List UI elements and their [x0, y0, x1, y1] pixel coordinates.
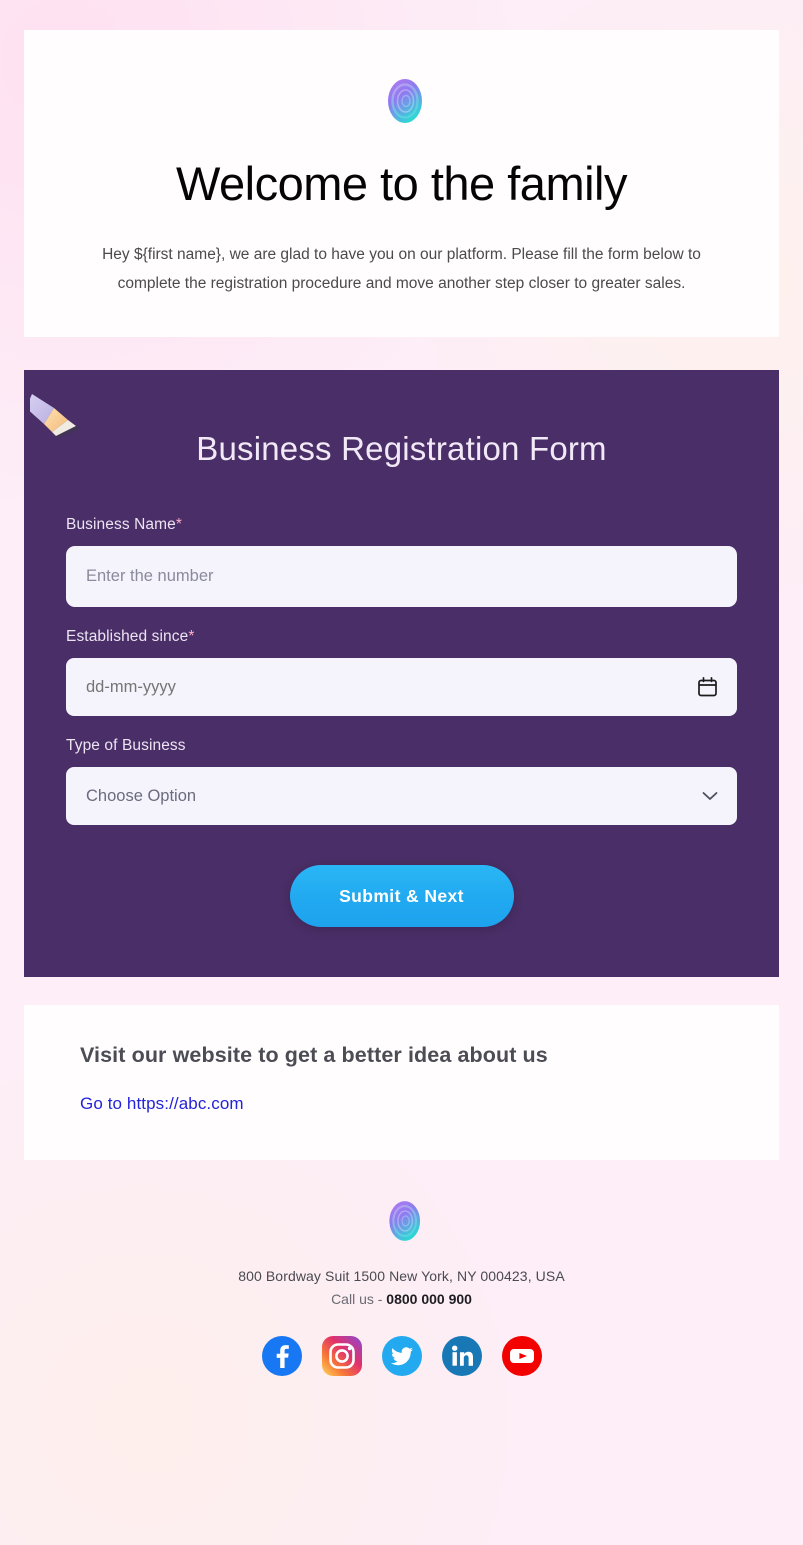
footer-logo [0, 1190, 803, 1252]
business-name-input[interactable] [66, 546, 737, 608]
established-since-label: Established since* [66, 628, 737, 646]
header-logo [60, 70, 743, 132]
business-name-label: Business Name* [66, 516, 737, 534]
twitter-icon[interactable] [381, 1335, 423, 1377]
page-title: Welcome to the family [176, 157, 627, 210]
established-since-control [66, 658, 737, 717]
spiral-logo-icon [384, 79, 422, 123]
youtube-icon[interactable] [501, 1335, 543, 1377]
spiral-logo-icon [386, 1201, 420, 1242]
footer-phone-number: 0800 000 900 [386, 1291, 472, 1308]
facebook-icon[interactable] [261, 1335, 303, 1377]
social-links [0, 1335, 803, 1377]
footer-address: 800 Bordway Suit 1500 New York, NY 00042… [238, 1268, 565, 1285]
footer-call-prefix: Call us - [331, 1291, 387, 1308]
established-since-required-mark: * [188, 628, 195, 646]
website-card: Visit our website to get a better idea a… [24, 1005, 779, 1161]
hero-description: Hey ${first name}, we are glad to have y… [102, 245, 701, 293]
linkedin-icon[interactable] [441, 1335, 483, 1377]
hero-card: Welcome to the family Hey ${first name},… [24, 30, 779, 338]
footer-call-us: Call us - 0800 000 900 [0, 1291, 803, 1307]
field-business-name: Business Name* [66, 516, 737, 608]
instagram-icon[interactable] [321, 1335, 363, 1377]
type-of-business-label-text: Type of Business [66, 737, 186, 755]
submit-and-next-button[interactable]: Submit & Next [289, 865, 514, 928]
type-of-business-select[interactable] [66, 767, 737, 826]
established-since-input[interactable] [66, 658, 737, 717]
registration-form-panel: Business Registration Form Business Name… [24, 370, 779, 978]
business-name-label-text: Business Name [66, 516, 176, 534]
type-of-business-label: Type of Business [66, 737, 737, 755]
submit-row: Submit & Next [66, 865, 737, 928]
website-link[interactable]: Go to https://abc.com [80, 1094, 244, 1114]
field-type-of-business: Type of Business [66, 737, 737, 826]
email-page: Welcome to the family Hey ${first name},… [0, 0, 803, 1545]
footer: 800 Bordway Suit 1500 New York, NY 00042… [0, 1160, 803, 1417]
established-since-label-text: Established since [66, 628, 189, 646]
form-title: Business Registration Form [196, 430, 607, 468]
form-fields: Business Name* Established since* [24, 468, 779, 928]
business-name-required-mark: * [175, 516, 182, 534]
website-heading: Visit our website to get a better idea a… [80, 1043, 548, 1068]
type-of-business-control [66, 767, 737, 826]
field-established-since: Established since* [66, 628, 737, 717]
business-name-control [66, 546, 737, 608]
